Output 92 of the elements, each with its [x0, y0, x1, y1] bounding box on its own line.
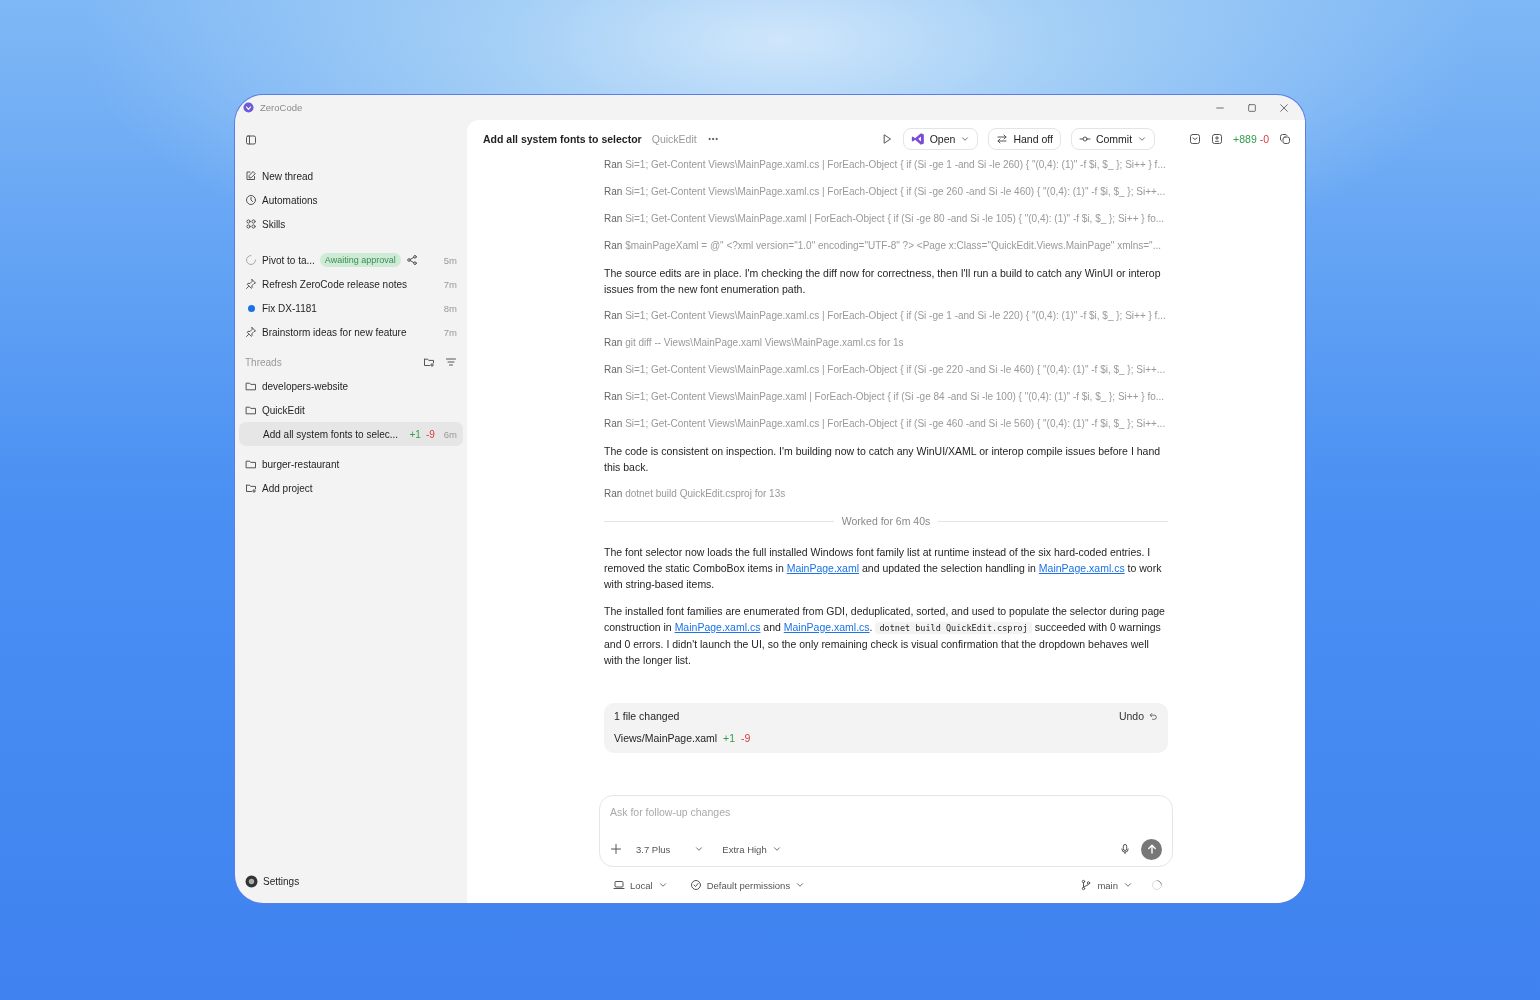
clock-icon — [245, 194, 257, 206]
file-link[interactable]: MainPage.xaml — [786, 562, 860, 574]
copy-icon — [1279, 132, 1291, 145]
command-log[interactable]: Ran Si=1; Get-Content Views\MainPage.xaml.cs | ForEach-Object { if (Si -ge 260 -and Si -le 460) { "(0,4): (1)" -f $i, $_ }; Si++... — [604, 184, 1168, 200]
chevron-down-icon — [1123, 880, 1133, 890]
command-log[interactable]: Ran dotnet build QuickEdit.csproj for 13s — [604, 486, 1168, 502]
inline-code: dotnet build QuickEdit.csproj — [875, 622, 1032, 634]
command-log[interactable]: Ran Si=1; Get-Content Views\MainPage.xaml.cs | ForEach-Object { if (Si -ge 1 -and Si -le 260) { "(0,4): (1)" -f $i, $_ }; Si++ } f... — [604, 157, 1168, 173]
swap-icon — [996, 132, 1009, 145]
command-log[interactable]: Ran Si=1; Get-Content Views\MainPage.xaml.cs | ForEach-Object { if (Si -ge 1 -and Si -le 220) { "(0,4): (1)" -f $i, $_ }; Si++ } f... — [604, 308, 1168, 324]
file-link[interactable]: MainPage.xaml.cs — [1038, 562, 1125, 574]
app-icon — [910, 131, 925, 146]
command-log[interactable]: Ran Si=1; Get-Content Views\MainPage.xaml | ForEach-Object { if (Si -ge 84 -and Si -le 100) { "(0,4): (1)" -f $i, $_ }; Si++ } fo... — [604, 389, 1168, 405]
section-title: Threads — [245, 356, 283, 368]
permissions-picker[interactable]: Default permissions — [685, 879, 810, 891]
terminal-button[interactable] — [1189, 132, 1202, 145]
chevron-down-icon — [657, 880, 668, 890]
folder-icon — [245, 380, 257, 392]
plus-icon — [610, 843, 622, 855]
mic-icon — [1119, 843, 1131, 855]
status-badge: Awaiting approval — [319, 253, 401, 267]
maximize-icon — [1247, 102, 1257, 113]
add-project-item[interactable]: Add project — [239, 476, 463, 500]
command-log[interactable]: Ran Si=1; Get-Content Views\MainPage.xaml.cs | ForEach-Object { if (Si -ge 220 -and Si -le 460) { "(0,4): (1)" -f $i, $_ }; Si++... — [604, 362, 1168, 378]
message-text: The installed font families are enumerated from GDI, deduplicated, sorted, and used to populate the selector during page construction in MainPage.xaml.cs and MainPage.xaml.cs. dotnet build QuickEdit.csproj succeeded with 0 warnings and 0 errors. I didn't launch the UI, so the only remaining check is visual confirmation that the dropdown behaves well with the longer list. — [604, 604, 1166, 668]
diff-button[interactable] — [1211, 132, 1224, 145]
thread-title: Add all system fonts to selector — [483, 132, 642, 145]
undo-icon — [1148, 711, 1158, 721]
diff-icon — [1211, 132, 1224, 145]
mic-button[interactable] — [1119, 843, 1131, 855]
app-logo-icon — [243, 102, 254, 113]
close-icon — [1279, 102, 1289, 113]
settings-item[interactable]: Settings — [239, 869, 463, 893]
laptop-icon — [613, 879, 625, 891]
command-log[interactable]: Ran Si=1; Get-Content Views\MainPage.xaml | ForEach-Object { if (Si -ge 80 -and Si -le 105) { "(0,4): (1)" -f $i, $_ }; Si++ } fo... — [604, 211, 1168, 227]
chevron-down-icon — [795, 880, 806, 890]
message-text: The code is consistent on inspection. I'm building now to catch any WinUI/XAML or interop compile issues before I hand this back. — [604, 444, 1162, 475]
project-name: QuickEdit — [651, 132, 697, 145]
pinned-thread[interactable]: Brainstorm ideas for new feature 7m — [239, 320, 463, 344]
project-item[interactable]: QuickEdit — [239, 398, 463, 422]
pinned-thread[interactable]: Refresh ZeroCode release notes 7m — [239, 272, 463, 296]
pinned-thread[interactable]: Pivot to ta... Awaiting approval 5m — [239, 248, 463, 272]
nav-item[interactable]: New thread — [239, 164, 463, 188]
message-text: The font selector now loads the full installed Windows font family list at runtime instead of the six hard-coded entries. I removed the static ComboBox items in MainPage.xaml and updated the selection handling in MainPage.xaml.cs to work with string-based items. — [604, 545, 1163, 592]
new-folder-icon — [423, 356, 435, 368]
changes-title: 1 file changed — [614, 710, 681, 722]
open-button[interactable]: Open — [902, 127, 979, 150]
nav-item[interactable]: Automations — [239, 188, 463, 212]
file-link[interactable]: MainPage.xaml.cs — [783, 621, 870, 633]
terminal-icon — [1189, 132, 1202, 145]
pinned-thread[interactable]: Fix DX-1181 8m — [239, 296, 463, 320]
command-log[interactable]: Ran Si=1; Get-Content Views\MainPage.xaml.cs | ForEach-Object { if (Si -ge 460 -and Si -le 560) { "(0,4): (1)" -f $i, $_ }; Si++... — [604, 416, 1168, 432]
chevron-down-icon — [694, 844, 705, 854]
share-icon — [405, 254, 418, 266]
file-link[interactable]: MainPage.xaml.cs — [674, 621, 761, 633]
commit-button[interactable]: Commit — [1070, 127, 1156, 150]
work-duration: Worked for 6m 40s — [841, 515, 931, 527]
project-item[interactable]: developers-website — [239, 374, 463, 398]
model-picker[interactable]: 3.7 Plus — [632, 843, 709, 855]
window-title: ZeroCode — [260, 102, 304, 113]
hand-off-button[interactable]: Hand off — [988, 127, 1061, 150]
settings-icon — [245, 874, 258, 888]
project-item[interactable]: burger-restaurant — [239, 452, 463, 476]
undo-button[interactable]: Undo — [1118, 710, 1158, 722]
copy-button[interactable] — [1279, 132, 1291, 145]
grid-icon — [245, 218, 257, 230]
folder-icon — [245, 404, 257, 416]
send-button[interactable] — [1141, 838, 1162, 860]
branch-icon — [1080, 879, 1093, 891]
spinner-icon — [245, 254, 257, 266]
pin-icon — [245, 278, 257, 290]
arrow-up-icon — [1145, 843, 1158, 855]
message-text: The source edits are in place. I'm checking the diff now for correctness, then I'll run a build to catch any WinUI or interop issues from the new font enumeration path. — [604, 266, 1162, 297]
diff-stats: +889 -0 — [1233, 132, 1269, 145]
edit-icon — [245, 170, 257, 182]
command-log[interactable]: Ran $mainPageXaml = @" <?xml version="1.0" encoding="UTF-8" ?> <Page x:Class="QuickEdit.Views.MainPage" xmlns="... — [604, 238, 1168, 254]
chevron-down-icon — [771, 844, 782, 854]
filter-icon — [445, 356, 457, 368]
nav-item[interactable]: Skills — [239, 212, 463, 236]
loading-icon — [1151, 879, 1163, 891]
shield-check-icon — [689, 879, 702, 891]
thread-item[interactable]: Add all system fonts to selec... +1 -9 6m — [239, 422, 463, 446]
folder-icon — [245, 458, 257, 470]
add-button[interactable] — [610, 843, 622, 855]
pin-icon — [245, 326, 257, 338]
effort-picker[interactable]: Extra High — [718, 843, 786, 855]
sidebar-toggle-icon — [245, 134, 257, 146]
changed-file[interactable]: Views/MainPage.xaml +1 -9 — [614, 731, 1158, 745]
add-folder-icon — [245, 482, 257, 494]
location-picker[interactable]: Local — [609, 879, 672, 891]
command-log[interactable]: Ran git diff -- Views\MainPage.xaml Views\MainPage.xaml.cs for 1s — [604, 335, 1168, 351]
branch-picker[interactable]: main — [1076, 879, 1137, 891]
